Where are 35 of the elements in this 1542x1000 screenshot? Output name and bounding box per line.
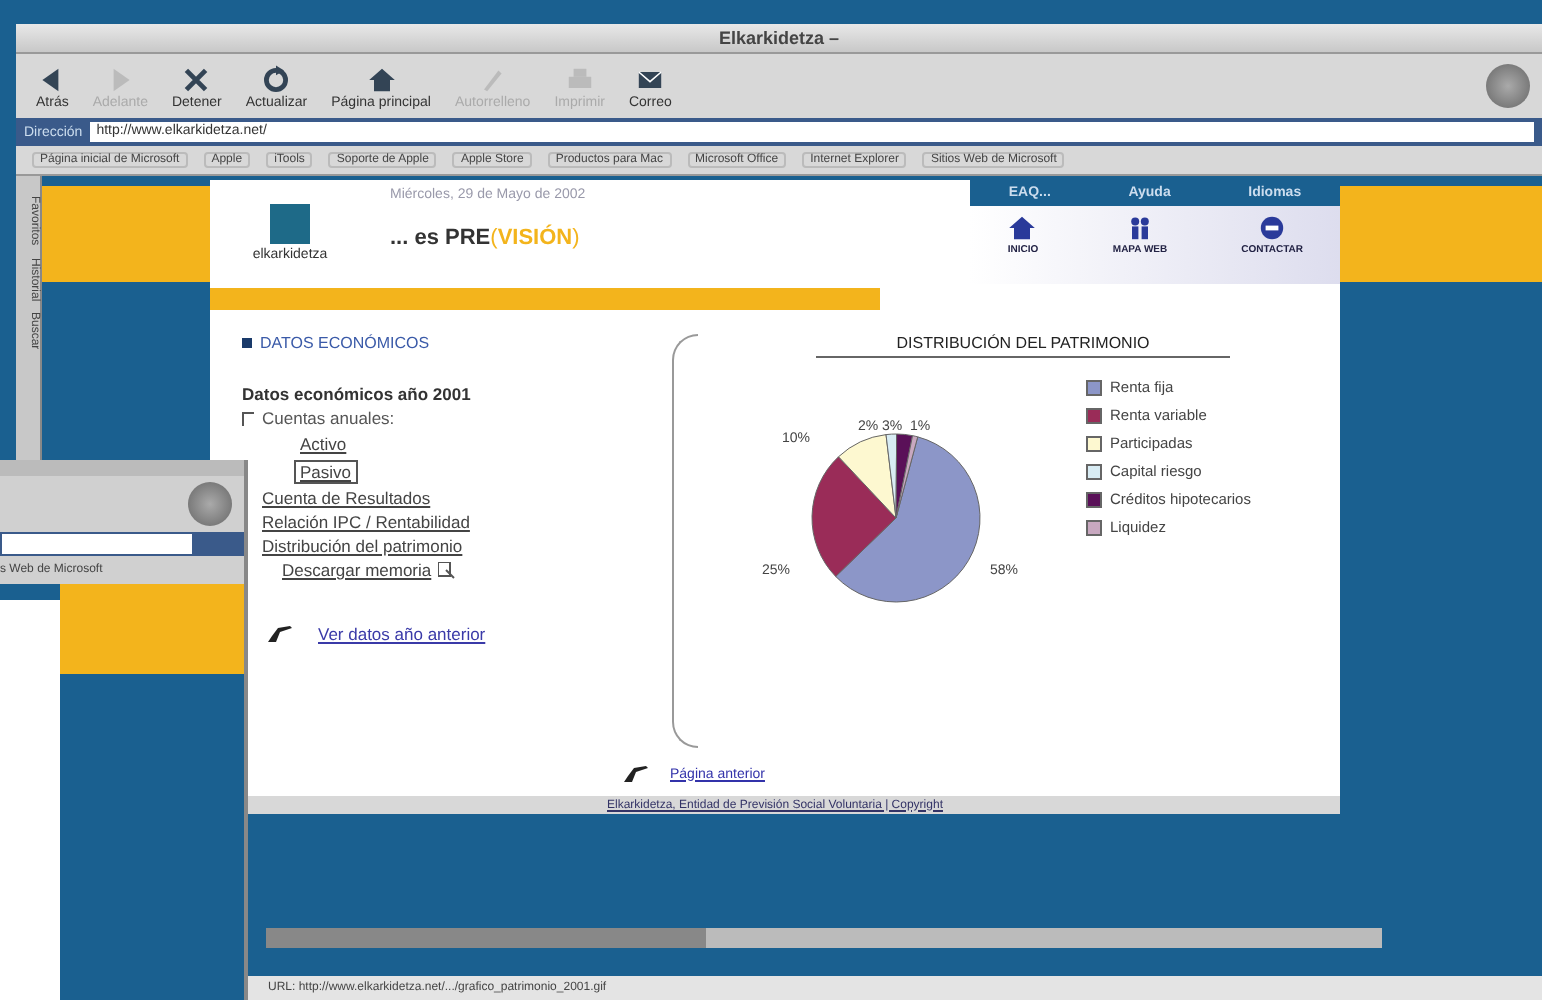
menu-label: Cuentas anuales: [262, 408, 395, 428]
section-title: DATOS ECONÓMICOS [260, 334, 430, 352]
window-title: Elkarkidetza – [718, 28, 840, 48]
minus-circle-icon [1256, 212, 1289, 244]
x-icon [180, 63, 213, 95]
home-icon [1006, 212, 1039, 244]
chart-title: DISTRIBUCIÓN DEL PATRIMONIO [816, 334, 1230, 358]
corner-icon [242, 411, 254, 425]
previous-year-link[interactable]: Ver datos año anterior [318, 624, 486, 644]
legend-swatch [1086, 379, 1102, 395]
download-icon [437, 561, 456, 579]
menu-link[interactable]: Cuenta de Resultados [262, 488, 431, 508]
home-icon [365, 63, 398, 95]
legend-swatch [1086, 463, 1102, 479]
bullet-icon [242, 338, 252, 348]
legend-swatch [1086, 407, 1102, 423]
menu-link[interactable]: Distribución del patrimonio [262, 536, 463, 556]
menu-link[interactable]: Activo [294, 432, 353, 456]
tagline: ... es PRE(VISIÓN) [390, 226, 582, 250]
globe-logo-icon [188, 482, 232, 526]
legend-swatch [1086, 519, 1102, 535]
logo-icon [270, 203, 310, 243]
menu-link[interactable]: Pasivo [294, 460, 358, 484]
address-field[interactable] [2, 534, 192, 554]
pointing-hand-icon [622, 764, 650, 784]
menu-link[interactable]: Relación IPC / Rentabilidad [262, 512, 470, 532]
menu-link[interactable]: Descargar memoria [282, 560, 432, 580]
nav-bar [0, 584, 60, 600]
refresh-icon [260, 63, 293, 95]
legend-swatch [1086, 435, 1102, 451]
legend-swatch [1086, 491, 1102, 507]
globe-logo-icon [1486, 64, 1530, 108]
horizontal-scrollbar[interactable] [266, 928, 1382, 948]
pointing-hand-icon [266, 624, 294, 644]
subtitle: Datos económicos año 2001 [242, 384, 473, 404]
